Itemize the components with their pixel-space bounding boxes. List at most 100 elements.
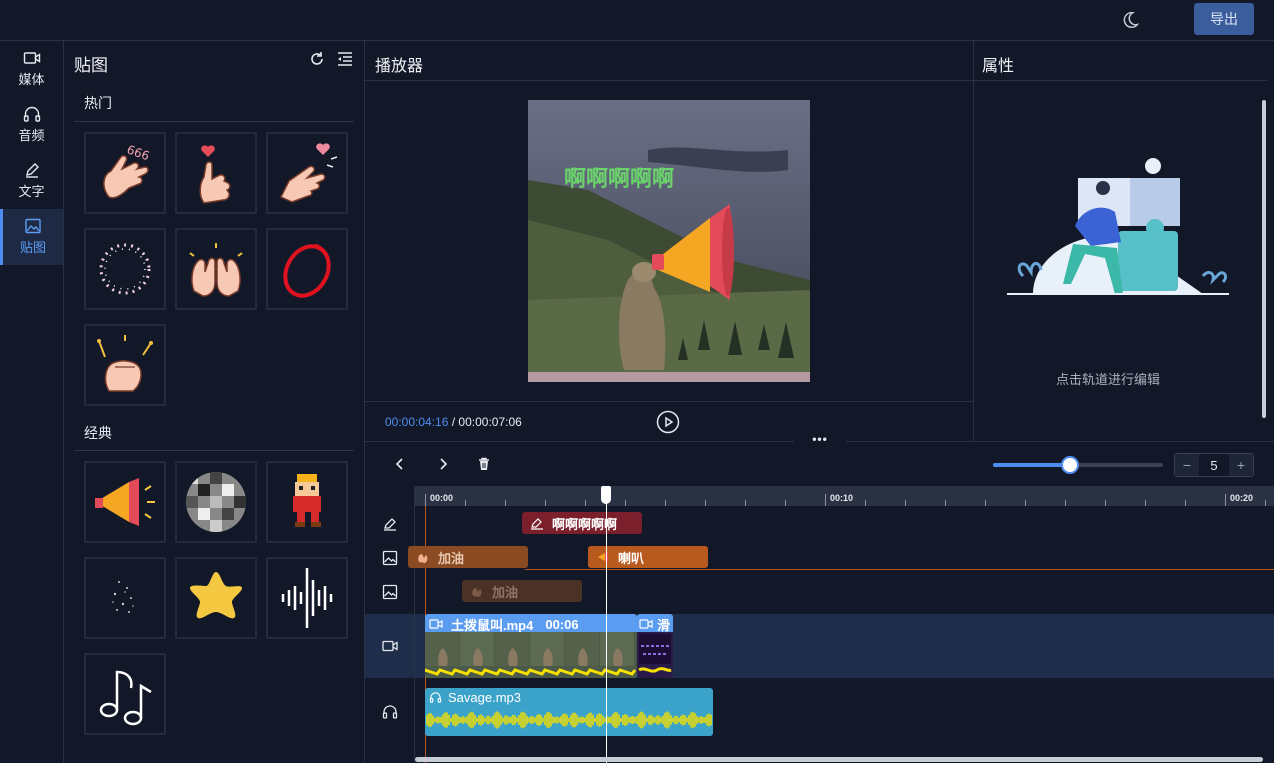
clapping-hands-sticker[interactable] xyxy=(175,228,257,310)
panel-title: 贴图 xyxy=(74,56,108,75)
menu-fold-icon[interactable] xyxy=(336,50,354,68)
headphones-icon xyxy=(429,691,442,703)
headphones-icon xyxy=(382,705,398,719)
clip-label: 加油 xyxy=(438,550,465,566)
audio-clip[interactable]: Savage.mp3 xyxy=(425,688,713,736)
nav-item-audio[interactable]: 音频 xyxy=(0,97,63,153)
svg-text:666: 666 xyxy=(125,142,151,163)
clip-duration: 00:06 xyxy=(545,616,579,632)
ruler-tick xyxy=(945,500,946,506)
heart-fingers-sticker[interactable] xyxy=(266,132,348,214)
nav-item-text[interactable]: 文字 xyxy=(0,153,63,209)
timeline-toolbar: − 5 + xyxy=(365,442,1274,486)
image-icon xyxy=(382,550,398,566)
mosaic-sticker[interactable] xyxy=(175,461,257,543)
timecode: 00:00:04:16 / 00:00:07:06 xyxy=(385,415,522,429)
timecode-current: 00:00:04:16 xyxy=(385,415,449,429)
nav-label: 文字 xyxy=(18,184,45,199)
divider xyxy=(974,80,1267,81)
nav-label: 音频 xyxy=(18,128,45,143)
red-circle-sticker[interactable] xyxy=(266,228,348,310)
video-clip[interactable]: 滑 xyxy=(637,614,673,678)
timecode-separator: / xyxy=(448,415,459,429)
yellow-star-sticker[interactable] xyxy=(175,557,257,639)
properties-scrollbar[interactable] xyxy=(1262,100,1266,418)
ruler-tick xyxy=(1105,500,1106,506)
properties-hint: 点击轨道进行编辑 xyxy=(1055,372,1160,387)
playhead xyxy=(606,494,607,763)
ruler-tick xyxy=(1265,500,1266,506)
sparkle-circle-sticker[interactable] xyxy=(84,228,166,310)
audio-clip-header: Savage.mp3 xyxy=(429,689,521,705)
clip-label: 滑 xyxy=(657,617,671,633)
image-icon xyxy=(382,584,398,600)
clip-label: 加油 xyxy=(492,584,519,600)
ruler-tick xyxy=(505,500,506,506)
chevron-left-icon[interactable] xyxy=(392,456,408,472)
video-thumbnail xyxy=(637,632,673,678)
video-overlay-text: 啊啊啊啊啊 xyxy=(564,167,674,192)
ruler-tick xyxy=(585,500,586,506)
ruler-tick xyxy=(465,500,466,506)
chevron-right-icon[interactable] xyxy=(435,456,451,472)
video-preview[interactable]: 啊啊啊啊啊 xyxy=(528,100,810,382)
ruler-tick xyxy=(1225,494,1226,506)
divider xyxy=(74,121,354,122)
divider xyxy=(74,450,354,451)
ruler-tick xyxy=(545,500,546,506)
clip-label: Savage.mp3 xyxy=(448,689,521,705)
zoom-slider-handle[interactable] xyxy=(1060,456,1079,474)
ruler-tick xyxy=(625,500,626,506)
video-icon xyxy=(382,640,398,652)
zoom-decrease-button[interactable]: − xyxy=(1175,454,1199,476)
nav-label: 贴图 xyxy=(19,240,46,255)
hand-666-sticker[interactable]: 666 xyxy=(84,132,166,214)
ruler-label: 00:20 xyxy=(1230,493,1254,503)
ruler-tick xyxy=(425,494,426,506)
nav-item-media[interactable]: 媒体 xyxy=(0,41,63,97)
nav-label: 媒体 xyxy=(18,72,45,87)
pen-icon xyxy=(25,163,39,178)
sticker-clip[interactable]: 加油 xyxy=(408,546,528,568)
timeline-scrollbar[interactable] xyxy=(415,757,1263,762)
pen-icon xyxy=(531,518,543,530)
ruler-tick xyxy=(905,500,906,506)
finger-heart-sticker[interactable] xyxy=(175,132,257,214)
moon-icon[interactable] xyxy=(1119,9,1141,31)
sound-wave-sticker[interactable] xyxy=(266,557,348,639)
music-note-sticker[interactable] xyxy=(84,653,166,735)
ruler-tick xyxy=(985,500,986,506)
play-button[interactable] xyxy=(656,410,680,434)
clip-label: 啊啊啊啊啊 xyxy=(552,516,618,532)
pixel-character-sticker[interactable] xyxy=(266,461,348,543)
zoom-increase-button[interactable]: + xyxy=(1229,454,1253,476)
trash-icon[interactable] xyxy=(476,456,492,472)
megaphone-sticker[interactable] xyxy=(84,461,166,543)
video-icon xyxy=(23,52,40,64)
video-frame-image: 啊啊啊啊啊 xyxy=(528,100,810,382)
sparkle-dust-sticker[interactable] xyxy=(84,557,166,639)
video-clip-header: 滑 xyxy=(639,615,670,633)
fist-stars-sticker[interactable] xyxy=(84,324,166,406)
export-button[interactable]: 导出 xyxy=(1194,3,1254,35)
zoom-level-value[interactable]: 5 xyxy=(1199,454,1229,476)
section-title-hot: 热门 xyxy=(84,95,112,111)
ruler-tick xyxy=(825,494,826,506)
nav-item-sticker[interactable]: 贴图 xyxy=(0,209,63,265)
ruler-tick xyxy=(705,500,706,506)
properties-panel: 属性 点击轨道进行编辑 xyxy=(974,41,1274,442)
playhead-handle[interactable] xyxy=(601,486,611,504)
sticker-clip-ghost[interactable]: 加油 xyxy=(462,580,582,602)
zoom-slider[interactable] xyxy=(993,456,1163,474)
ruler-tick xyxy=(665,500,666,506)
timeline-ruler[interactable]: 00:00 00:10 00:20 xyxy=(415,486,1274,506)
clip-label: 喇叭 xyxy=(618,550,645,566)
player-panel: 播放器 啊啊啊啊啊 00:00:04:16 / 00:00:07:06 xyxy=(365,41,974,442)
video-icon xyxy=(639,619,653,629)
text-clip[interactable]: 啊啊啊啊啊 xyxy=(522,512,642,534)
pen-icon xyxy=(384,518,396,531)
top-bar: 导出 xyxy=(0,0,1274,41)
refresh-icon[interactable] xyxy=(308,50,326,68)
ruler-label: 00:00 xyxy=(430,493,454,503)
audio-waveform xyxy=(426,711,712,729)
